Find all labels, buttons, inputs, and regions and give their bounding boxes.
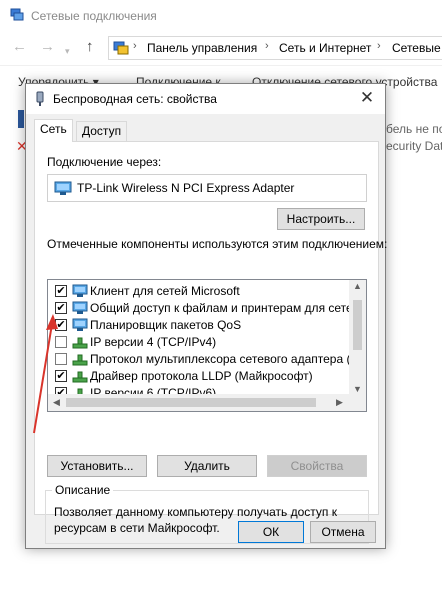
component-label: Протокол мультиплексора сетевого адаптер… bbox=[90, 352, 350, 366]
dialog-titlebar: Беспроводная сеть: свойства ✕ bbox=[26, 84, 385, 114]
recent-chevron-icon[interactable]: ▾ bbox=[65, 43, 70, 59]
address-bar[interactable]: › Панель управления › Сеть и Интернет › … bbox=[108, 36, 442, 60]
configure-button[interactable]: Настроить... bbox=[277, 208, 365, 230]
network-adapter-icon bbox=[36, 91, 44, 106]
component-checkbox[interactable] bbox=[55, 336, 67, 348]
dialog-title: Беспроводная сеть: свойства bbox=[53, 92, 217, 106]
adapter-field: TP-Link Wireless N PCI Express Adapter bbox=[47, 174, 367, 202]
component-label: Общий доступ к файлам и принтерам для се… bbox=[90, 301, 350, 315]
network-service-icon bbox=[72, 301, 88, 314]
scroll-down-icon[interactable]: ▼ bbox=[349, 384, 366, 394]
forward-arrow-icon[interactable]: → bbox=[40, 39, 55, 55]
network-connections-icon bbox=[10, 8, 24, 21]
component-label: Планировщик пакетов QoS bbox=[90, 318, 242, 332]
list-item[interactable]: IP версии 4 (TCP/IPv4) bbox=[48, 334, 350, 351]
explorer-titlebar: Сетевые подключения bbox=[0, 0, 442, 32]
scroll-right-icon[interactable]: ▶ bbox=[331, 397, 348, 408]
cancel-button[interactable]: Отмена bbox=[310, 521, 376, 543]
protocol-icon bbox=[72, 371, 88, 383]
horizontal-scrollbar[interactable]: ◀ ▶ bbox=[48, 394, 366, 411]
breadcrumb-network[interactable]: Сетевые bbox=[392, 41, 441, 55]
network-service-icon bbox=[72, 318, 88, 331]
properties-button[interactable]: Свойства bbox=[267, 455, 367, 477]
connection-security-text: ecurity Dat bbox=[386, 139, 442, 153]
list-item[interactable]: ✔ Общий доступ к файлам и принтерам для с… bbox=[48, 300, 350, 317]
vertical-scrollbar[interactable]: ▲ ▼ bbox=[349, 280, 366, 395]
connection-item-icon bbox=[18, 110, 24, 128]
components-list[interactable]: ✔ Клиент для сетей Microsoft ✔ Общий доступ… bbox=[47, 279, 367, 412]
back-arrow-icon[interactable]: ← bbox=[12, 39, 27, 55]
install-button[interactable]: Установить... bbox=[47, 455, 147, 477]
network-client-icon bbox=[72, 284, 88, 297]
connection-status-text: бель не по bbox=[386, 122, 442, 136]
component-checkbox[interactable] bbox=[55, 353, 67, 365]
explorer-title: Сетевые подключения bbox=[31, 9, 157, 23]
component-label: Клиент для сетей Microsoft bbox=[90, 284, 240, 298]
close-icon[interactable]: ✕ bbox=[357, 88, 377, 108]
scrollbar-thumb[interactable] bbox=[66, 398, 316, 407]
breadcrumb-separator-icon: › bbox=[133, 40, 137, 52]
scroll-up-icon[interactable]: ▲ bbox=[349, 281, 366, 291]
breadcrumb-separator-icon: › bbox=[265, 40, 269, 52]
protocol-icon bbox=[72, 354, 88, 366]
network-tab-panel: Подключение через: TP-Link Wireless N PC… bbox=[34, 141, 387, 544]
up-arrow-icon[interactable]: ↑ bbox=[86, 39, 94, 55]
protocol-icon bbox=[72, 337, 88, 349]
list-item[interactable]: ✔ Клиент для сетей Microsoft bbox=[48, 283, 350, 300]
component-checkbox[interactable]: ✔ bbox=[55, 319, 67, 331]
breadcrumb-network-internet[interactable]: Сеть и Интернет bbox=[279, 41, 371, 55]
control-panel-icon bbox=[113, 41, 129, 55]
ok-button[interactable]: ОК bbox=[238, 521, 304, 543]
description-title: Описание bbox=[52, 483, 114, 497]
breadcrumb-control-panel[interactable]: Панель управления bbox=[147, 41, 257, 55]
component-checkbox[interactable]: ✔ bbox=[55, 370, 67, 382]
tab-sharing[interactable]: Доступ bbox=[76, 121, 128, 141]
network-adapter-icon bbox=[54, 181, 72, 195]
components-label: Отмеченные компоненты используются этим … bbox=[47, 237, 388, 251]
scroll-left-icon[interactable]: ◀ bbox=[48, 397, 65, 408]
component-checkbox[interactable]: ✔ bbox=[55, 302, 67, 314]
component-label: IP версии 4 (TCP/IPv4) bbox=[90, 335, 217, 349]
list-item[interactable]: Протокол мультиплексора сетевого адаптер… bbox=[48, 351, 350, 368]
connect-via-label: Подключение через: bbox=[47, 155, 162, 169]
list-item[interactable]: ✔ Драйвер протокола LLDP (Майкрософт) bbox=[48, 368, 350, 385]
component-label: Драйвер протокола LLDP (Майкрософт) bbox=[90, 369, 313, 383]
remove-button[interactable]: Удалить bbox=[157, 455, 257, 477]
list-item[interactable]: ✔ Планировщик пакетов QoS bbox=[48, 317, 350, 334]
wireless-properties-dialog: Беспроводная сеть: свойства ✕ Сеть Досту… bbox=[25, 83, 387, 549]
component-checkbox[interactable]: ✔ bbox=[55, 285, 67, 297]
breadcrumb-separator-icon: › bbox=[377, 40, 381, 52]
adapter-name: TP-Link Wireless N PCI Express Adapter bbox=[77, 181, 295, 195]
tab-network[interactable]: Сеть bbox=[34, 119, 73, 142]
scrollbar-thumb[interactable] bbox=[353, 300, 362, 350]
